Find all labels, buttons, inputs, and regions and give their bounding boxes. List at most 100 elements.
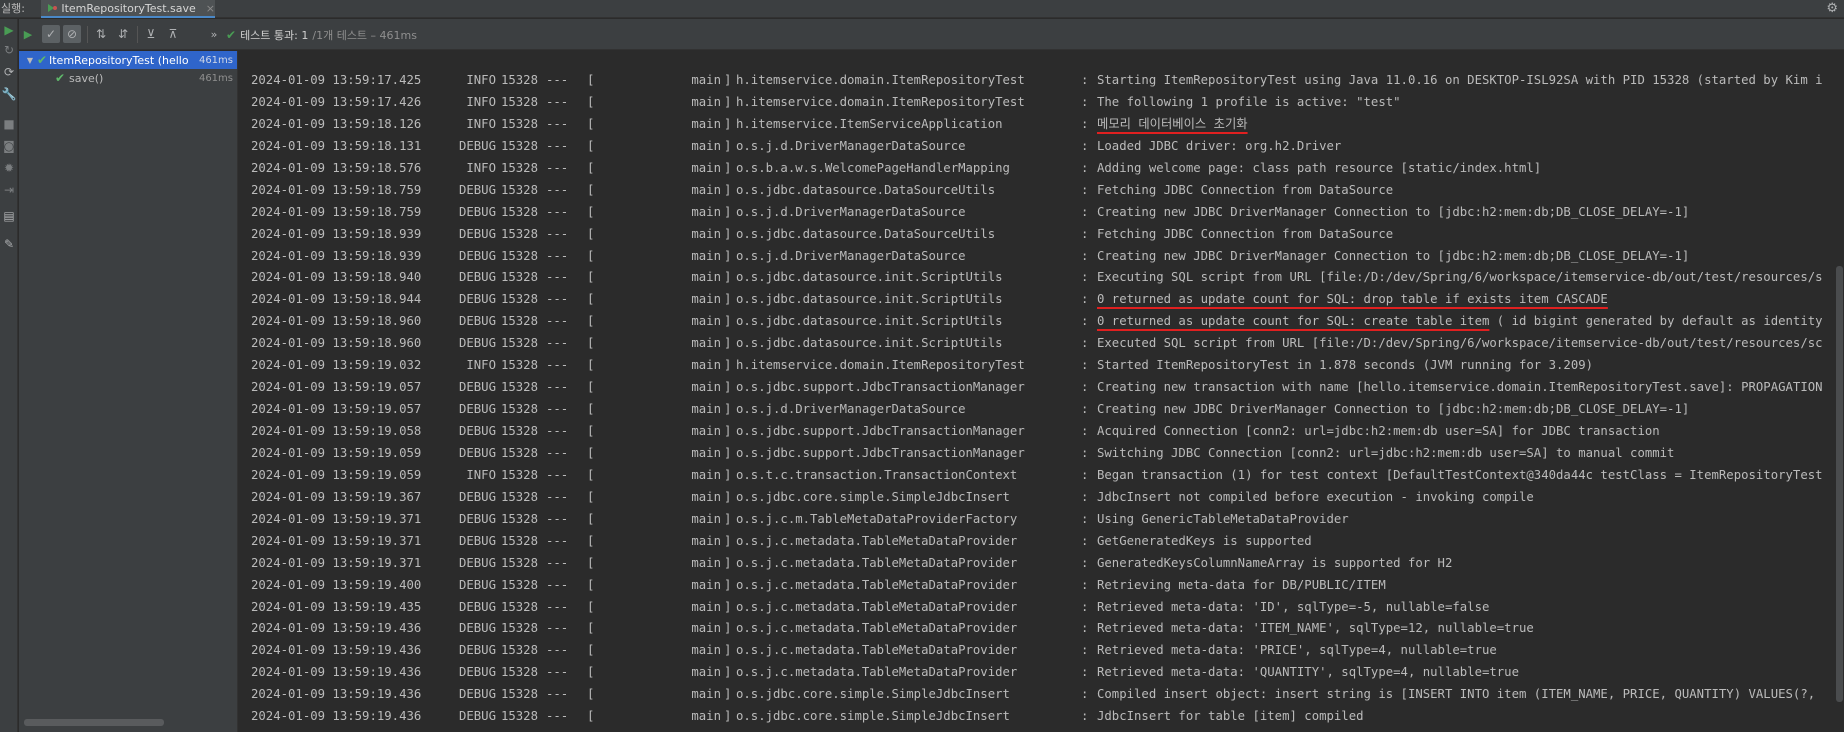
log-logger: o.s.b.a.w.s.WelcomePageHandlerMapping bbox=[736, 160, 1010, 175]
rerun-failed-icon[interactable]: ↻ bbox=[2, 43, 16, 57]
tree-horizontal-scrollbar[interactable] bbox=[24, 719, 164, 726]
log-separator: --- bbox=[546, 665, 569, 680]
log-bracket-open: [ bbox=[587, 665, 595, 680]
tests-detail-label: /1개 테스트 – 461ms bbox=[312, 29, 417, 42]
log-logger: o.s.jdbc.datasource.init.ScriptUtils bbox=[736, 292, 1003, 307]
log-colon: : bbox=[1081, 248, 1089, 263]
log-thread: main bbox=[691, 248, 721, 263]
log-separator: --- bbox=[546, 445, 569, 460]
log-level: DEBUG bbox=[458, 621, 496, 636]
log-bracket-close: ] bbox=[724, 292, 732, 307]
log-bracket-open: [ bbox=[587, 489, 595, 504]
log-timestamp: 2024-01-09 13:59:19.400 bbox=[251, 577, 422, 592]
log-message: JdbcInsert not compiled before execution… bbox=[1097, 489, 1534, 504]
log-thread: main bbox=[691, 511, 721, 526]
log-logger: o.s.j.c.metadata.TableMetaDataProvider bbox=[736, 599, 1018, 614]
run-icon[interactable]: ▶ bbox=[19, 25, 37, 43]
log-bracket-open: [ bbox=[587, 226, 595, 241]
log-colon: : bbox=[1081, 424, 1089, 438]
log-bracket-open: [ bbox=[587, 94, 595, 109]
log-thread: main bbox=[691, 599, 721, 614]
log-separator: --- bbox=[546, 270, 569, 285]
log-pid: 15328 bbox=[500, 643, 538, 658]
close-tab-icon[interactable]: × bbox=[206, 2, 215, 15]
toggle-autotest-icon[interactable]: ⟳ bbox=[2, 65, 16, 79]
log-separator: --- bbox=[546, 292, 569, 307]
log-level: DEBUG bbox=[458, 445, 496, 460]
camera-icon[interactable]: ◙ bbox=[2, 139, 16, 153]
rerun-icon[interactable]: ▶ bbox=[2, 23, 16, 37]
expand-arrow-icon[interactable]: ▼ bbox=[25, 56, 35, 65]
log-separator: --- bbox=[546, 643, 569, 658]
log-level: DEBUG bbox=[458, 555, 496, 570]
gear-icon[interactable]: ⚙ bbox=[1826, 1, 1838, 17]
log-message: Creating new JDBC DriverManager Connecti… bbox=[1097, 204, 1690, 219]
show-passed-icon[interactable]: ✓ bbox=[42, 25, 60, 43]
log-logger: o.s.j.c.metadata.TableMetaDataProvider bbox=[736, 643, 1018, 658]
log-message: Creating new JDBC DriverManager Connecti… bbox=[1097, 402, 1690, 417]
console-output[interactable]: 2024-01-09 13:59:17.425 INFO 15328 --- [main… bbox=[239, 51, 1844, 732]
layout-icon[interactable]: ▤ bbox=[2, 209, 16, 223]
pin-icon[interactable]: ✎ bbox=[2, 237, 16, 251]
log-colon: : bbox=[1081, 599, 1089, 614]
log-level: DEBUG bbox=[458, 489, 496, 504]
log-timestamp: 2024-01-09 13:59:18.960 bbox=[251, 314, 422, 329]
log-thread: main bbox=[691, 160, 721, 175]
log-line: 2024-01-09 13:59:17.426 INFO 15328 --- [main… bbox=[251, 92, 1823, 114]
log-line: 2024-01-09 13:59:18.131 DEBUG 15328 --- [mai… bbox=[251, 136, 1823, 158]
log-line: 2024-01-09 13:59:19.436 DEBUG 15328 --- [mai… bbox=[251, 706, 1823, 728]
log-thread: main bbox=[691, 402, 721, 417]
expand-all-icon[interactable]: ⊻ bbox=[142, 25, 160, 43]
exit-icon[interactable]: ⇥ bbox=[2, 183, 16, 197]
log-thread: main bbox=[691, 116, 721, 131]
log-bracket-open: [ bbox=[587, 204, 595, 219]
log-level: INFO bbox=[466, 94, 496, 109]
log-separator: --- bbox=[546, 94, 569, 109]
more-actions-icon[interactable]: » bbox=[205, 25, 223, 43]
run-config-tab[interactable]: ItemRepositoryTest.save × bbox=[41, 0, 215, 18]
log-bracket-open: [ bbox=[587, 402, 595, 417]
log-separator: --- bbox=[546, 73, 569, 87]
log-line: 2024-01-09 13:59:18.944 DEBUG 15328 --- [mai… bbox=[251, 289, 1823, 311]
log-timestamp: 2024-01-09 13:59:18.759 bbox=[251, 204, 422, 219]
log-pid: 15328 bbox=[500, 402, 538, 417]
log-pid: 15328 bbox=[500, 577, 538, 592]
log-logger: o.s.jdbc.datasource.DataSourceUtils bbox=[736, 226, 996, 241]
log-colon: : bbox=[1081, 709, 1089, 724]
log-pid: 15328 bbox=[500, 138, 538, 153]
test-status: ✔ 테스트 통과: 1 /1개 테스트 – 461ms bbox=[226, 27, 417, 43]
log-timestamp: 2024-01-09 13:59:18.940 bbox=[251, 270, 422, 285]
log-logger: o.s.j.c.metadata.TableMetaDataProvider bbox=[736, 621, 1018, 636]
stop-icon[interactable]: ■ bbox=[2, 117, 16, 131]
settings-wrench-icon[interactable]: 🔧 bbox=[2, 87, 17, 101]
log-timestamp: 2024-01-09 13:59:19.436 bbox=[251, 643, 422, 658]
log-line: 2024-01-09 13:59:19.367 DEBUG 15328 --- [mai… bbox=[251, 487, 1823, 509]
log-pid: 15328 bbox=[500, 467, 538, 482]
log-message: Switching JDBC Connection [conn2: url=jd… bbox=[1097, 445, 1675, 460]
run-side-toolbar: ▶ ↻ ⟳ 🔧 ■ ◙ ✹ ⇥ ▤ ✎ bbox=[0, 19, 18, 732]
test-method-node[interactable]: ✔ save() 461ms bbox=[19, 69, 237, 87]
log-thread: main bbox=[691, 138, 721, 153]
collapse-all-icon[interactable]: ⊼ bbox=[164, 25, 182, 43]
log-thread: main bbox=[691, 445, 721, 460]
log-level: DEBUG bbox=[458, 687, 496, 702]
log-pid: 15328 bbox=[500, 489, 538, 504]
log-separator: --- bbox=[546, 336, 569, 351]
log-timestamp: 2024-01-09 13:59:18.131 bbox=[251, 138, 422, 153]
log-timestamp: 2024-01-09 13:59:19.057 bbox=[251, 380, 422, 395]
sort-by-duration-icon[interactable]: ⇵ bbox=[114, 25, 132, 43]
log-separator: --- bbox=[546, 314, 569, 329]
console-vertical-scrollbar[interactable] bbox=[1836, 266, 1843, 702]
log-thread: main bbox=[691, 336, 721, 351]
debug-icon[interactable]: ✹ bbox=[2, 161, 16, 175]
sort-alphabetically-icon[interactable]: ⇅ bbox=[92, 25, 110, 43]
show-ignored-icon[interactable]: ⊘ bbox=[63, 25, 81, 43]
log-timestamp: 2024-01-09 13:59:19.059 bbox=[251, 467, 422, 482]
log-bracket-open: [ bbox=[587, 445, 595, 460]
log-message: Adding welcome page: class path resource… bbox=[1097, 160, 1542, 175]
log-timestamp: 2024-01-09 13:59:19.371 bbox=[251, 511, 422, 526]
log-timestamp: 2024-01-09 13:59:19.059 bbox=[251, 445, 422, 460]
log-separator: --- bbox=[546, 709, 569, 724]
log-line: 2024-01-09 13:59:18.759 DEBUG 15328 --- [mai… bbox=[251, 180, 1823, 202]
test-class-node[interactable]: ▼ ✔ ItemRepositoryTest (hello 461ms bbox=[19, 51, 237, 69]
